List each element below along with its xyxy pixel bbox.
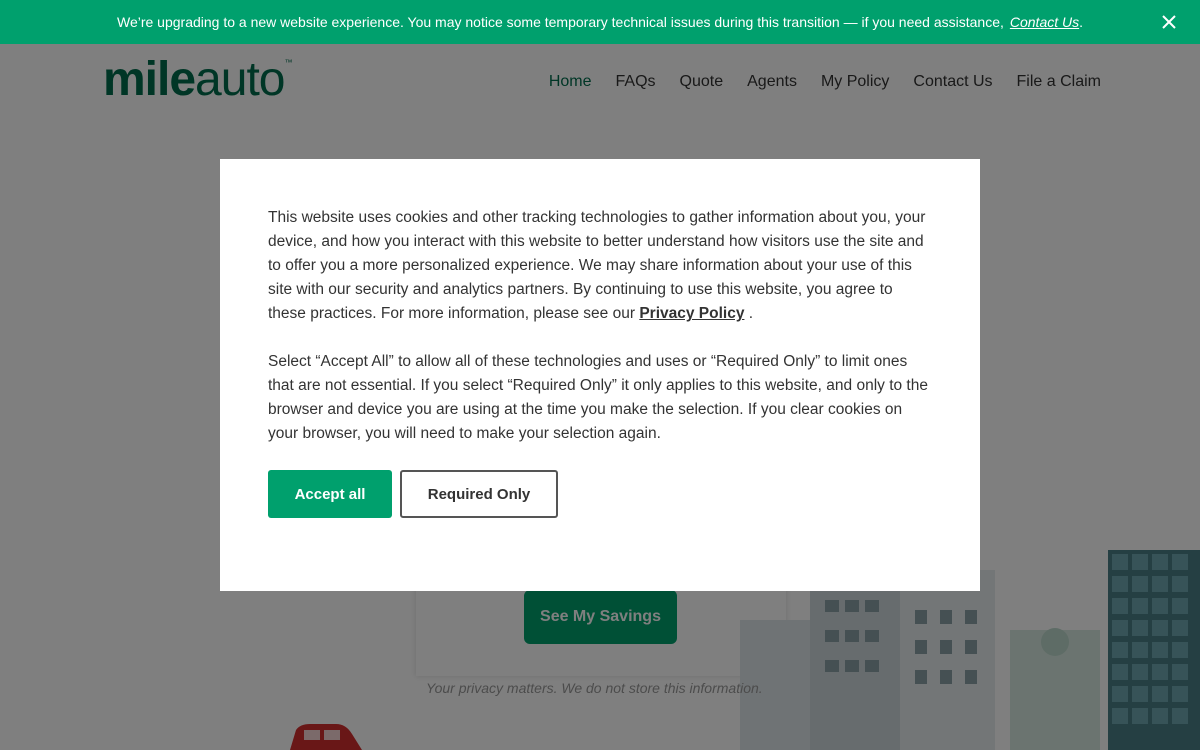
required-only-button[interactable]: Required Only: [400, 470, 558, 518]
banner-contact-link[interactable]: Contact Us: [1010, 14, 1079, 30]
cookie-text-1: This website uses cookies and other trac…: [268, 209, 926, 322]
cookie-consent-modal: This website uses cookies and other trac…: [220, 159, 980, 591]
banner-period: .: [1079, 14, 1084, 30]
privacy-policy-link[interactable]: Privacy Policy: [639, 305, 744, 322]
close-icon[interactable]: [1158, 11, 1180, 33]
cookie-text-1-end: .: [748, 305, 754, 322]
announcement-banner: We’re upgrading to a new website experie…: [0, 0, 1200, 44]
cookie-paragraph-2: Select “Accept All” to allow all of thes…: [268, 353, 928, 442]
cookie-paragraph-1: This website uses cookies and other trac…: [268, 206, 932, 326]
cookie-button-row: Accept all Required Only: [268, 470, 932, 518]
banner-message: We’re upgrading to a new website experie…: [116, 14, 1004, 30]
accept-all-button[interactable]: Accept all: [268, 470, 392, 518]
